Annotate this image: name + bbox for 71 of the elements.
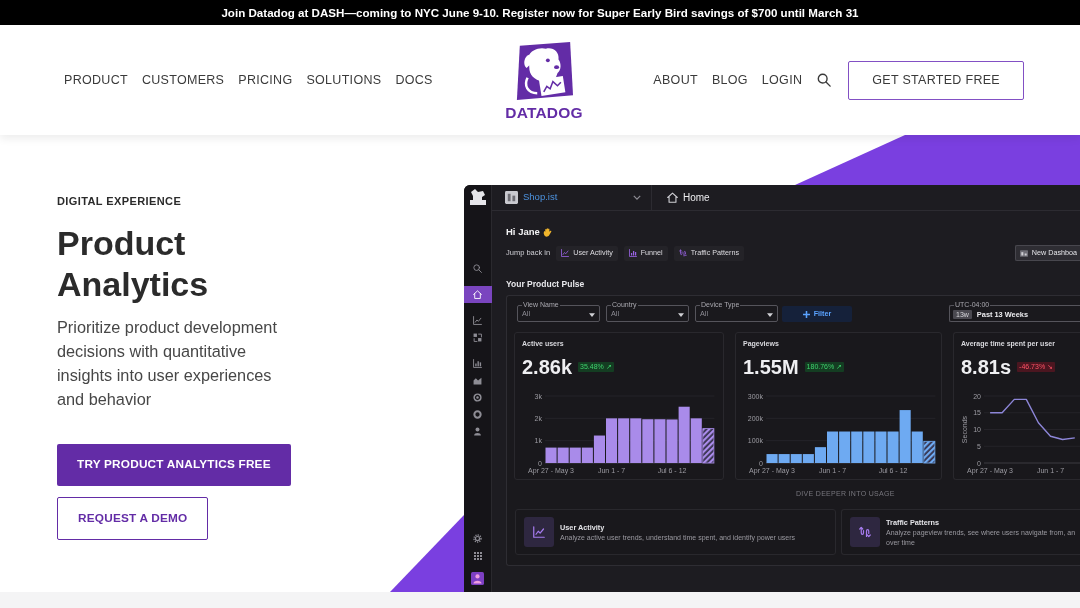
- user-icon: [473, 427, 482, 436]
- bar-chart-icon: [473, 359, 482, 368]
- hand-icon: [542, 227, 552, 237]
- chart-bar: [666, 419, 678, 463]
- home-icon: [473, 290, 482, 299]
- description-text: Prioritize product development decisions with quantitative insights into user experiences and behavior: [57, 317, 278, 410]
- plus-icon: [802, 310, 810, 318]
- logo-icon: [468, 189, 487, 205]
- grid-icon: [473, 551, 482, 560]
- nav-link[interactable]: PRODUCT: [64, 70, 128, 90]
- section-title: Your Product Pulse: [506, 278, 586, 290]
- search-icon: [473, 264, 482, 273]
- nav-link[interactable]: LOGIN: [761, 70, 803, 90]
- workspace-icon: [505, 191, 518, 204]
- search-icon: [817, 73, 832, 87]
- chart-bar: [778, 454, 790, 463]
- avatar-icon: [471, 572, 484, 585]
- chart-bar: [851, 431, 863, 463]
- section-label: DIGITAL EXPERIENCE: [57, 194, 183, 209]
- chart-bar: [875, 431, 887, 463]
- nav-link[interactable]: PRICING: [238, 70, 293, 90]
- flow-icon: [850, 517, 880, 547]
- chart-bar: [642, 419, 654, 463]
- metric-value: 8.81s: [961, 355, 1012, 379]
- greeting-text: Hi Jane: [506, 224, 540, 239]
- search-button[interactable]: [817, 73, 832, 87]
- logo-link[interactable]: DATADOG: [505, 39, 583, 121]
- caret-down-icon: [589, 312, 595, 317]
- get-started-button[interactable]: GET STARTED FREE: [848, 60, 1024, 100]
- caret-down-icon: [767, 312, 773, 317]
- chart-bar: [690, 418, 702, 463]
- demo-button[interactable]: REQUEST A DEMO: [57, 497, 209, 540]
- breadcrumb-text: Home: [683, 191, 710, 205]
- chart-bar: [654, 419, 666, 463]
- nav-link[interactable]: DOCS: [395, 70, 433, 90]
- ring-icon: [473, 410, 482, 419]
- flow-icon: [678, 249, 687, 257]
- chart-bar: [766, 454, 778, 463]
- area-chart-icon: [473, 376, 482, 385]
- dashboard-icon: [1019, 249, 1028, 257]
- nav-link[interactable]: CUSTOMERS: [141, 70, 225, 90]
- workspace-dropdown[interactable]: Shop.ist: [492, 185, 652, 211]
- bar-chart-icon: [628, 249, 637, 257]
- metric-value: 1.55M: [743, 355, 799, 379]
- gear-icon: [473, 534, 482, 543]
- chart-bar: [678, 406, 690, 463]
- trial-button[interactable]: TRY PRODUCT ANALYTICS FREE: [57, 444, 291, 486]
- nav-link[interactable]: SOLUTIONS: [306, 70, 382, 90]
- chevron-down-icon: [633, 195, 641, 200]
- dog-logo-icon: [514, 39, 574, 102]
- chart-bar: [790, 454, 802, 463]
- chart-bar: [569, 447, 581, 463]
- announcement-text: Join Datadog at DASH—coming to NYC June 9-10. Register now for Super Early Bird savings of $700 until March 31: [221, 4, 859, 21]
- line-chart-icon: [473, 316, 482, 325]
- line-chart-icon: [561, 249, 570, 257]
- home-icon: [667, 192, 678, 203]
- sidebar-button[interactable]: [464, 286, 492, 303]
- line-chart-icon: [524, 517, 554, 547]
- nav-link[interactable]: BLOG: [711, 70, 748, 90]
- chart-bar: [618, 418, 630, 463]
- page-title: Product Analytics: [57, 223, 210, 305]
- chart-bar: [630, 418, 642, 463]
- chart-bar: [545, 447, 557, 463]
- caret-down-icon: [678, 312, 684, 317]
- chart-bar: [557, 447, 569, 463]
- blocks-icon: [473, 333, 482, 342]
- chart-bar: [863, 431, 875, 463]
- nav-link[interactable]: ABOUT: [653, 70, 698, 90]
- metric-value: 2.86k: [522, 355, 573, 379]
- chart-bar: [839, 431, 851, 463]
- target-icon: [473, 393, 482, 402]
